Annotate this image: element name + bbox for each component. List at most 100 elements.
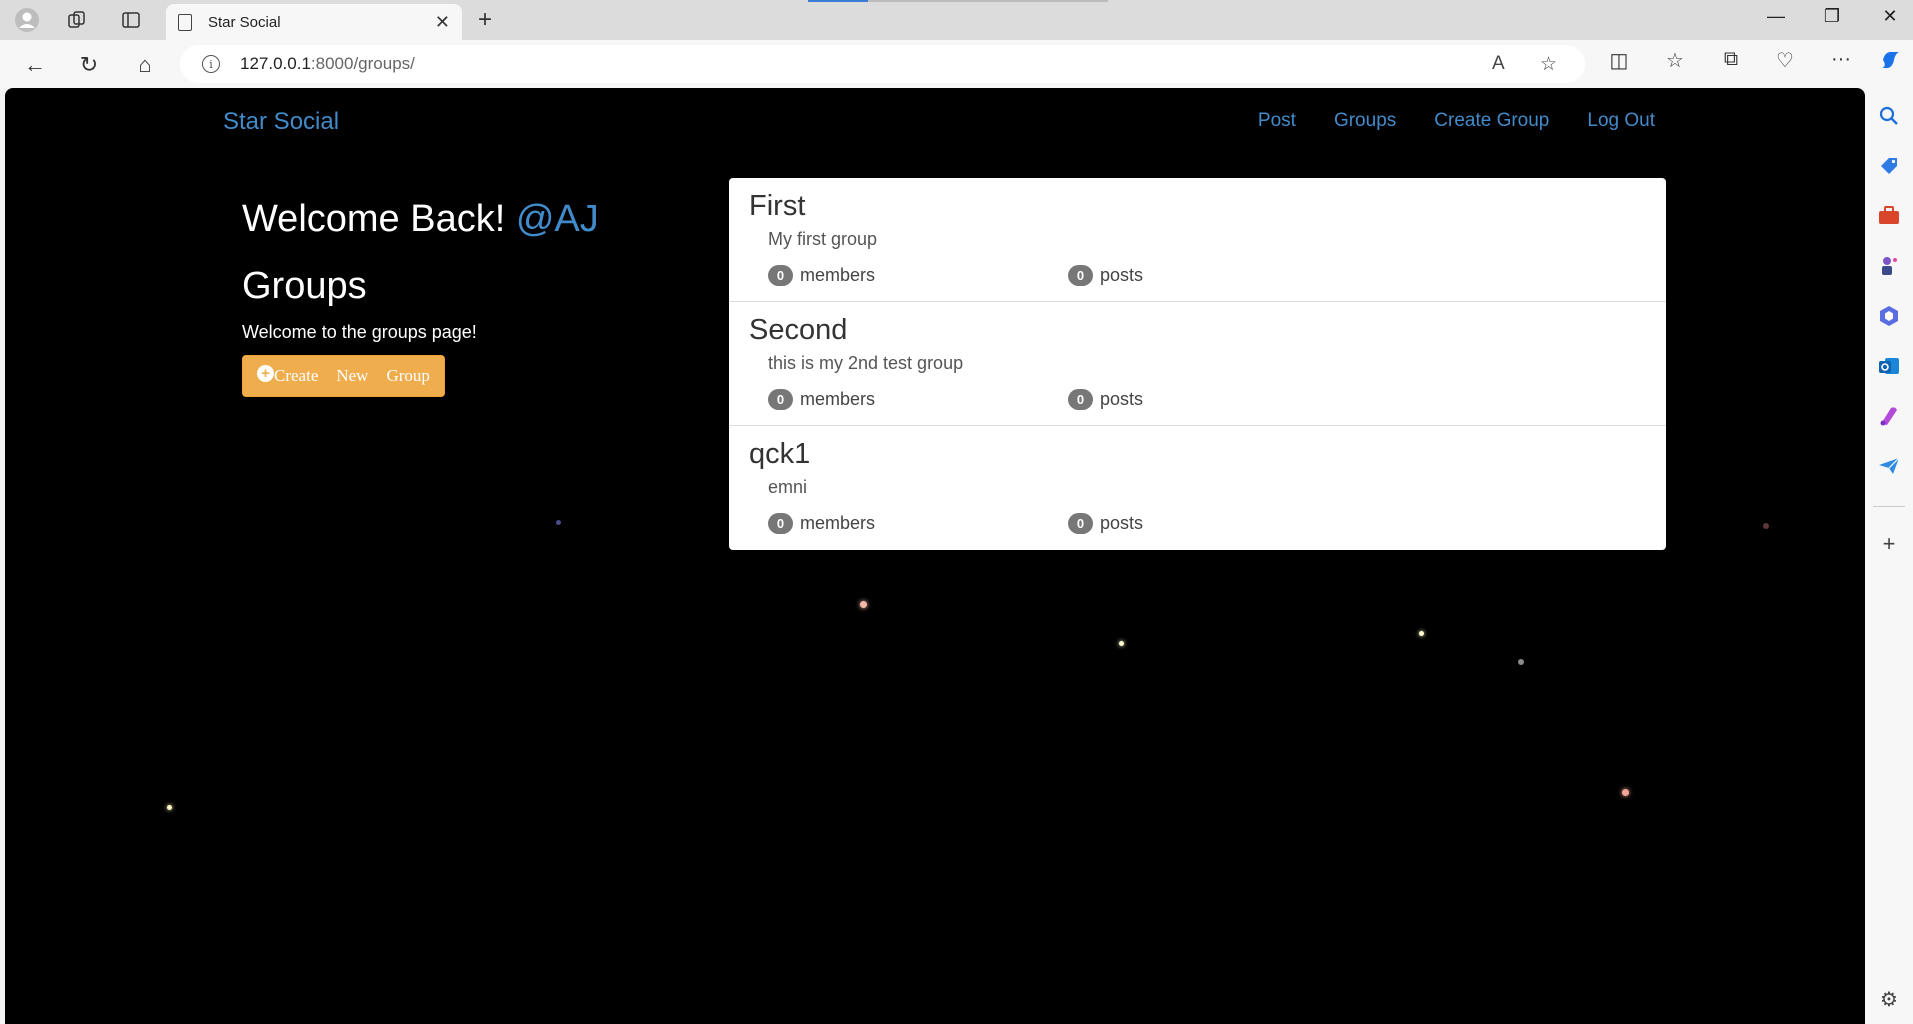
url-path: :8000/groups/ xyxy=(310,54,415,73)
favorites-icon[interactable]: ☆ xyxy=(1660,48,1690,73)
star-decoration xyxy=(1419,631,1424,636)
browser-tab-bar: Star Social ✕ + — ❐ ✕ xyxy=(0,0,1913,40)
star-decoration xyxy=(860,601,867,608)
create-new-group-button[interactable]: + Create New Group xyxy=(242,355,445,397)
group-name-link[interactable]: First xyxy=(749,190,1646,223)
plus-circle-icon: + xyxy=(257,364,274,382)
members-count: 0 members xyxy=(768,389,875,410)
url-host: 127.0.0.1 xyxy=(240,54,311,73)
star-decoration xyxy=(1518,659,1524,665)
browser-essentials-icon[interactable]: ♡ xyxy=(1770,48,1800,73)
posts-badge: 0 xyxy=(1068,265,1093,286)
new-tab-icon[interactable]: + xyxy=(478,6,492,34)
restore-icon[interactable]: ❐ xyxy=(1812,6,1852,27)
favorite-star-icon[interactable]: ☆ xyxy=(1540,53,1557,76)
shopping-tag-icon[interactable] xyxy=(1875,152,1903,180)
posts-label: posts xyxy=(1100,265,1144,285)
members-badge: 0 xyxy=(768,265,793,286)
create-new-group-label: Create New Group xyxy=(274,366,430,386)
group-stats: 0 members 0 posts xyxy=(768,513,1368,537)
settings-gear-icon[interactable]: ⚙ xyxy=(1875,986,1903,1014)
group-description: My first group xyxy=(768,229,878,249)
tab-strip-accent-secondary xyxy=(868,0,1108,2)
star-decoration xyxy=(1763,523,1769,529)
outlook-icon[interactable] xyxy=(1875,352,1903,380)
site-info-icon[interactable]: i xyxy=(202,55,220,73)
posts-count: 0 posts xyxy=(1068,513,1143,534)
home-icon[interactable]: ⌂ xyxy=(130,50,160,80)
groups-sidebar: Welcome Back! @AJ Groups Welcome to the … xyxy=(242,198,722,397)
sidebar-divider xyxy=(1873,506,1905,507)
tab-actions-icon[interactable] xyxy=(116,6,146,34)
tab-title: Star Social xyxy=(208,13,281,31)
back-icon[interactable]: ← xyxy=(20,50,50,80)
groups-description: Welcome to the groups page! xyxy=(242,322,477,342)
games-icon[interactable] xyxy=(1875,252,1903,280)
address-bar[interactable]: i 127.0.0.1:8000/groups/ A ☆ xyxy=(180,45,1585,83)
brand-link[interactable]: Star Social xyxy=(223,108,339,136)
members-label: members xyxy=(800,265,876,285)
group-list-item[interactable]: First My first group 0 members 0 posts xyxy=(729,178,1666,302)
members-count: 0 members xyxy=(768,265,875,286)
welcome-text: Welcome Back! xyxy=(242,198,506,240)
button-word: New xyxy=(336,366,369,385)
group-description: emni xyxy=(768,477,808,497)
groups-heading: Groups xyxy=(242,265,367,307)
members-badge: 0 xyxy=(768,389,793,410)
split-screen-icon[interactable]: ◫ xyxy=(1604,48,1634,73)
star-decoration xyxy=(1119,641,1124,646)
tab-strip-accent xyxy=(808,0,868,2)
designer-icon[interactable] xyxy=(1875,402,1903,430)
group-description: this is my 2nd test group xyxy=(768,353,964,373)
refresh-icon[interactable]: ↻ xyxy=(74,50,104,80)
url-text: 127.0.0.1:8000/groups/ xyxy=(240,54,415,74)
posts-count: 0 posts xyxy=(1068,265,1143,286)
read-aloud-icon[interactable]: A xyxy=(1492,53,1505,75)
members-label: members xyxy=(800,389,876,409)
members-count: 0 members xyxy=(768,513,875,534)
more-options-icon[interactable]: ··· xyxy=(1826,48,1856,71)
minimize-icon[interactable]: — xyxy=(1756,6,1796,27)
nav-post-link[interactable]: Post xyxy=(1258,110,1296,132)
group-list: First My first group 0 members 0 posts Sec… xyxy=(729,178,1666,550)
button-word: Group xyxy=(386,366,430,385)
members-badge: 0 xyxy=(768,513,793,534)
profile-icon[interactable] xyxy=(12,6,42,34)
nav-links: Post Groups Create Group Log Out xyxy=(1258,110,1655,132)
search-icon[interactable] xyxy=(1875,102,1903,130)
posts-badge: 0 xyxy=(1068,389,1093,410)
close-tab-icon[interactable]: ✕ xyxy=(435,12,450,33)
star-decoration xyxy=(556,520,561,525)
microsoft-365-icon[interactable] xyxy=(1875,302,1903,330)
group-name-link[interactable]: Second xyxy=(749,314,1646,347)
copilot-icon[interactable] xyxy=(1876,48,1906,78)
group-list-item[interactable]: qck1 emni 0 members 0 posts xyxy=(729,426,1666,550)
posts-badge: 0 xyxy=(1068,513,1093,534)
posts-label: posts xyxy=(1100,389,1144,409)
browser-tab[interactable]: Star Social ✕ xyxy=(166,4,462,40)
welcome-heading: Welcome Back! @AJ xyxy=(242,198,722,241)
star-decoration xyxy=(1622,789,1629,796)
star-decoration xyxy=(167,805,172,810)
group-list-item[interactable]: Second this is my 2nd test group 0 member… xyxy=(729,302,1666,426)
close-window-icon[interactable]: ✕ xyxy=(1870,6,1910,27)
workspaces-icon[interactable] xyxy=(62,6,92,34)
page-icon xyxy=(178,13,192,31)
group-stats: 0 members 0 posts xyxy=(768,389,1368,413)
browser-toolbar: ← ↻ ⌂ i 127.0.0.1:8000/groups/ A ☆ ◫ ☆ ⧉… xyxy=(0,40,1913,88)
button-word: Create xyxy=(274,366,319,385)
tools-icon[interactable] xyxy=(1875,202,1903,230)
collections-icon[interactable]: ⧉ xyxy=(1716,48,1746,71)
members-label: members xyxy=(800,513,876,533)
site-navbar: Star Social Post Groups Create Group Log… xyxy=(5,88,1865,152)
browser-sidebar: + ⚙ xyxy=(1865,88,1913,1024)
posts-label: posts xyxy=(1100,513,1144,533)
nav-log-out-link[interactable]: Log Out xyxy=(1587,110,1655,132)
nav-groups-link[interactable]: Groups xyxy=(1334,110,1396,132)
add-sidebar-app-icon[interactable]: + xyxy=(1875,530,1903,558)
group-stats: 0 members 0 posts xyxy=(768,265,1368,289)
username-link[interactable]: @AJ xyxy=(516,198,599,240)
send-icon[interactable] xyxy=(1875,452,1903,480)
nav-create-group-link[interactable]: Create Group xyxy=(1434,110,1549,132)
group-name-link[interactable]: qck1 xyxy=(749,438,1646,471)
